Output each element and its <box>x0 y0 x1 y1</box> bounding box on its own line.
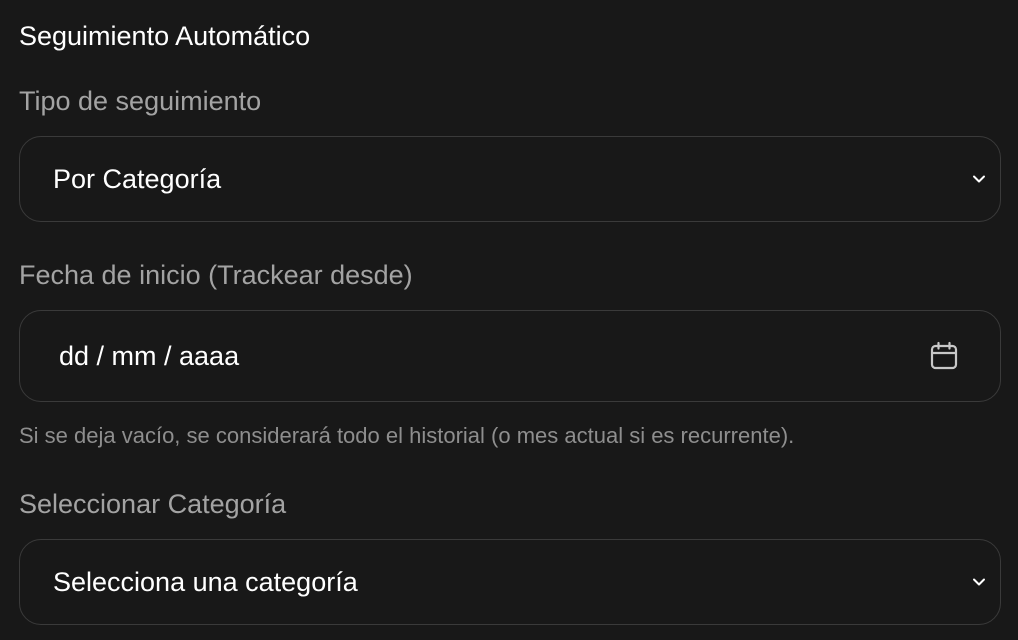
start-date-placeholder: dd / mm / aaaa <box>59 340 240 371</box>
category-select[interactable]: Selecciona una categoría <box>19 539 1001 625</box>
tracking-type-select[interactable]: Por Categoría <box>19 136 1001 222</box>
tracking-type-value: Por Categoría <box>53 163 222 194</box>
tracking-type-label: Tipo de seguimiento <box>19 86 262 116</box>
category-label: Seleccionar Categoría <box>19 489 287 519</box>
category-value: Selecciona una categoría <box>53 566 358 597</box>
section-title: Seguimiento Automático <box>19 21 311 51</box>
start-date-input[interactable]: dd / mm / aaaa <box>19 310 1001 402</box>
calendar-icon[interactable] <box>929 341 959 371</box>
start-date-helper-text: Si se deja vacío, se considerará todo el… <box>19 423 795 448</box>
chevron-down-icon <box>973 175 985 183</box>
chevron-down-icon <box>973 578 985 586</box>
start-date-label: Fecha de inicio (Trackear desde) <box>19 260 413 290</box>
